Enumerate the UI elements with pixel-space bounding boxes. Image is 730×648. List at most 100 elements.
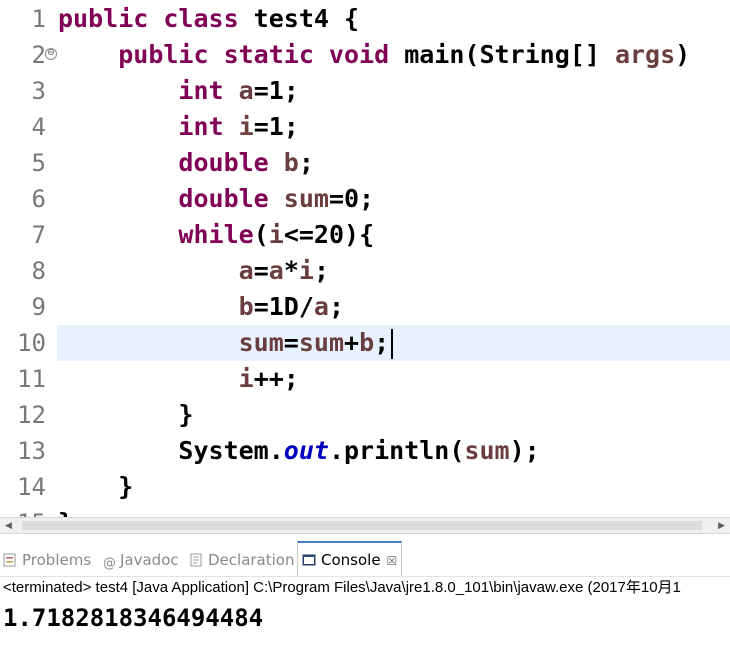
code-text: ; bbox=[298, 148, 314, 177]
keyword: while bbox=[178, 220, 254, 249]
scrollbar-thumb[interactable] bbox=[22, 521, 702, 530]
code-text: =1; bbox=[253, 76, 299, 105]
variable: a bbox=[238, 76, 254, 105]
bottom-panel-tabs: Problems @ Javadoc Declaration Console ☒ bbox=[0, 541, 730, 577]
problems-icon bbox=[3, 543, 17, 567]
code-text: =0; bbox=[328, 184, 375, 213]
code-line-13[interactable]: System.out.println(sum); bbox=[58, 433, 539, 469]
tab-console[interactable]: Console ☒ bbox=[297, 541, 403, 577]
tab-label: Javadoc bbox=[120, 551, 179, 569]
static-field: out bbox=[283, 436, 329, 465]
keyword: double bbox=[178, 148, 269, 177]
code-line-10[interactable]: sum=sum+b; bbox=[58, 325, 394, 361]
variable: b bbox=[359, 328, 375, 357]
variable: i bbox=[268, 220, 284, 249]
code-line-12[interactable]: } bbox=[58, 397, 193, 433]
tab-label: Console bbox=[321, 551, 381, 569]
code-line-2[interactable]: public static void main(String[] args) bbox=[58, 37, 690, 73]
variable: sum bbox=[298, 328, 344, 357]
code-line-4[interactable]: int i=1; bbox=[58, 109, 299, 145]
line-number: 8 bbox=[31, 257, 46, 285]
tab-problems[interactable]: Problems bbox=[3, 541, 91, 576]
line-number-gutter: 1 2 ⊖ 3 4 5 6 7 8 9 10 11 12 13 14 15 bbox=[0, 0, 57, 517]
code-text: ( bbox=[253, 220, 269, 249]
code-text: main(String[] bbox=[389, 40, 615, 69]
line-number: 3 bbox=[31, 77, 46, 105]
variable: i bbox=[238, 364, 254, 393]
code-line-8[interactable]: a=a*i; bbox=[58, 253, 329, 289]
code-text: =1; bbox=[253, 112, 299, 141]
code-line-11[interactable]: i++; bbox=[58, 361, 299, 397]
line-number: 6 bbox=[31, 185, 46, 213]
at-icon: @ bbox=[103, 556, 116, 571]
console-process-label: <terminated> test4 [Java Application] C:… bbox=[0, 576, 730, 598]
variable: i bbox=[298, 256, 314, 285]
code-text: ; bbox=[328, 292, 345, 321]
horizontal-scrollbar[interactable]: ◀ ▶ bbox=[0, 517, 730, 534]
keyword: public static void bbox=[118, 40, 390, 69]
close-icon[interactable]: ☒ bbox=[387, 554, 398, 568]
code-editor[interactable]: 1 2 ⊖ 3 4 5 6 7 8 9 10 11 12 13 14 15 pu… bbox=[0, 0, 730, 517]
code-line-9[interactable]: b=1D/a; bbox=[58, 289, 344, 325]
code-line-14[interactable]: } bbox=[58, 469, 133, 505]
code-text: ++; bbox=[253, 364, 299, 393]
code-text: ) bbox=[675, 40, 691, 69]
console-output-text[interactable]: 1.7182818346494484 bbox=[3, 603, 263, 633]
code-text: .println( bbox=[328, 436, 465, 465]
code-line-5[interactable]: double b; bbox=[58, 145, 314, 181]
variable: a bbox=[238, 256, 254, 285]
tab-label: Problems bbox=[22, 551, 92, 569]
code-line-15[interactable]: } bbox=[58, 505, 73, 517]
line-number: 14 bbox=[17, 473, 46, 501]
code-line-7[interactable]: while(i<=20){ bbox=[58, 217, 374, 253]
tab-javadoc[interactable]: @ Javadoc bbox=[103, 541, 179, 576]
variable: sum bbox=[283, 184, 329, 213]
keyword: public class bbox=[58, 4, 239, 33]
code-line-1[interactable]: public class test4 { bbox=[58, 1, 359, 37]
fold-collapse-icon[interactable]: ⊖ bbox=[45, 48, 57, 60]
scroll-right-icon[interactable]: ▶ bbox=[718, 521, 725, 531]
code-text: + bbox=[344, 328, 360, 357]
declaration-icon bbox=[189, 543, 203, 567]
line-number: 5 bbox=[31, 149, 46, 177]
keyword: double bbox=[178, 184, 269, 213]
code-text: = bbox=[283, 328, 299, 357]
variable: b bbox=[238, 292, 254, 321]
variable: args bbox=[614, 40, 676, 69]
variable: a bbox=[268, 256, 284, 285]
code-line-3[interactable]: int a=1; bbox=[58, 73, 299, 109]
scroll-left-icon[interactable]: ◀ bbox=[5, 521, 12, 531]
code-text: <=20){ bbox=[283, 220, 375, 249]
tab-declaration[interactable]: Declaration bbox=[189, 541, 294, 576]
code-text: System. bbox=[178, 436, 284, 465]
code-text: ; bbox=[374, 328, 390, 357]
line-number: 9 bbox=[31, 293, 46, 321]
variable: b bbox=[283, 148, 299, 177]
line-number: 1 bbox=[31, 5, 46, 33]
line-number: 13 bbox=[17, 437, 46, 465]
keyword: int bbox=[178, 76, 224, 105]
code-line-6[interactable]: double sum=0; bbox=[58, 181, 374, 217]
code-text: test4 { bbox=[238, 4, 360, 33]
variable: sum bbox=[238, 328, 284, 357]
code-text: ; bbox=[313, 256, 329, 285]
variable: a bbox=[313, 292, 329, 321]
console-icon bbox=[302, 545, 316, 566]
line-number: 12 bbox=[17, 401, 46, 429]
tab-label: Declaration bbox=[208, 551, 295, 569]
